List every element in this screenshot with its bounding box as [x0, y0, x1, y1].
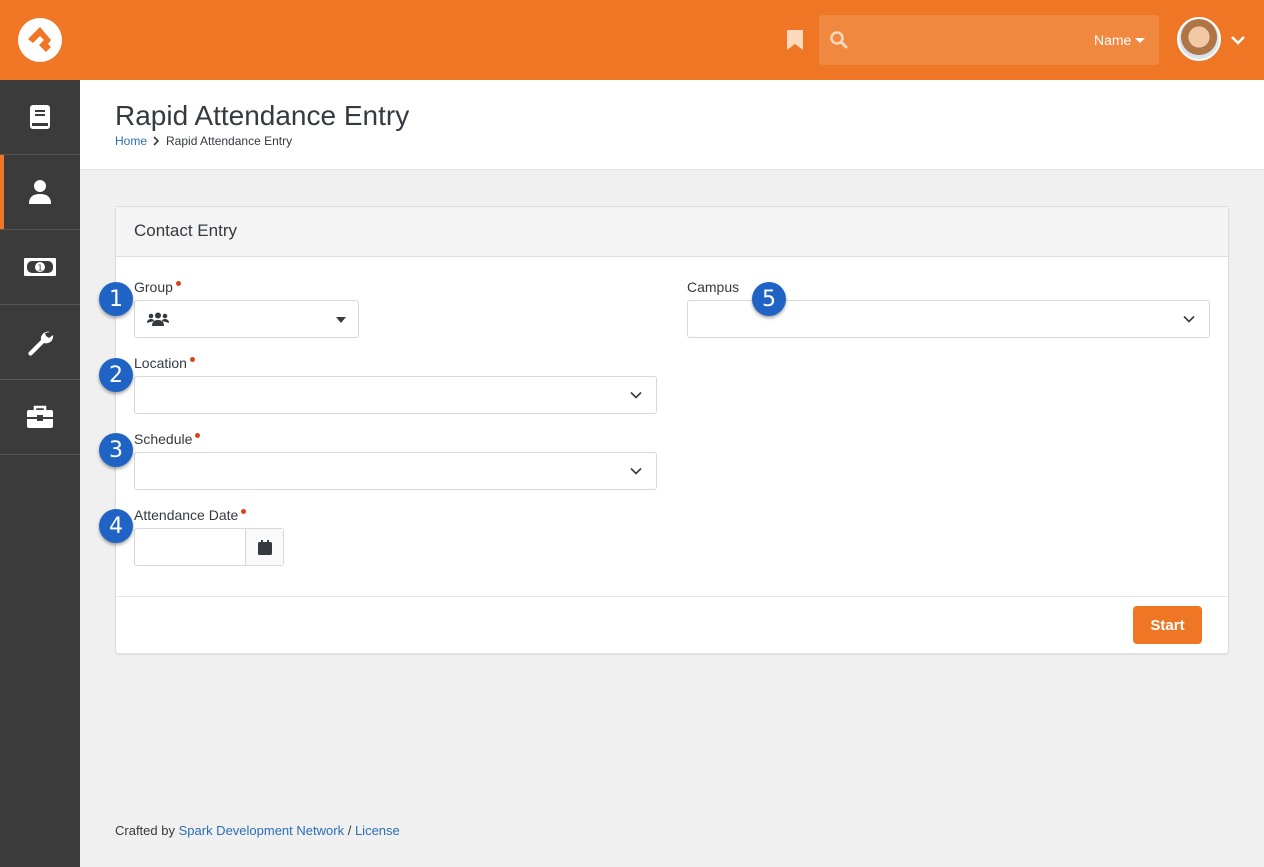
- attendance-date-input[interactable]: [135, 529, 245, 565]
- required-indicator: [195, 433, 201, 438]
- breadcrumb-home[interactable]: Home: [115, 134, 147, 148]
- callout-badge: 1: [99, 282, 133, 316]
- briefcase-icon: [27, 405, 53, 428]
- campus-label: Campus: [687, 279, 739, 295]
- license-link[interactable]: License: [355, 823, 400, 838]
- users-icon: [147, 312, 169, 326]
- chevron-down-icon: [630, 467, 642, 475]
- schedule-label: Schedule: [134, 431, 201, 447]
- sidebar-item-admin-tools[interactable]: [0, 305, 80, 380]
- start-button[interactable]: Start: [1133, 606, 1202, 644]
- caret-down-icon: [1135, 37, 1146, 43]
- calendar-icon: [257, 539, 272, 555]
- attendance-date-picker: [134, 528, 284, 566]
- panel-title: Contact Entry: [116, 207, 1228, 257]
- chevron-down-icon: [1183, 315, 1195, 323]
- page-header: Rapid Attendance Entry Home Rapid Attend…: [80, 80, 1264, 170]
- required-indicator: [175, 281, 181, 286]
- top-bar: Name: [0, 0, 1264, 80]
- svg-text:1: 1: [37, 264, 42, 273]
- required-indicator: [189, 357, 195, 362]
- chevron-right-icon: [153, 136, 160, 146]
- location-label: Location: [134, 355, 195, 371]
- spark-link[interactable]: Spark Development Network: [179, 823, 344, 838]
- search-type-dropdown[interactable]: Name: [1094, 32, 1146, 48]
- callout-badge: 5: [752, 282, 786, 316]
- group-label: Group: [134, 279, 181, 295]
- schedule-label-text: Schedule: [134, 431, 193, 447]
- attendance-date-label: Attendance Date: [134, 507, 247, 523]
- avatar[interactable]: [1177, 17, 1221, 61]
- caret-down-icon: [336, 317, 346, 323]
- sidebar-item-finance[interactable]: 1: [0, 230, 80, 305]
- footer-separator: /: [347, 823, 352, 838]
- search-type-label: Name: [1094, 32, 1132, 48]
- contact-entry-panel: Contact Entry Group Location Schedule At…: [115, 206, 1229, 654]
- bookmark-icon[interactable]: [786, 29, 804, 51]
- rock-logo-icon[interactable]: [18, 18, 62, 62]
- sidebar-item-tools[interactable]: [0, 380, 80, 455]
- footer-prefix: Crafted by: [115, 823, 175, 838]
- page-title: Rapid Attendance Entry: [115, 100, 410, 131]
- search-bar: Name: [819, 15, 1159, 65]
- breadcrumb-current: Rapid Attendance Entry: [166, 134, 293, 148]
- book-icon: [30, 105, 50, 129]
- group-picker[interactable]: [134, 300, 359, 338]
- sidebar-item-people[interactable]: [0, 155, 80, 230]
- search-input[interactable]: [859, 25, 1079, 55]
- panel-footer: Start: [116, 596, 1228, 654]
- location-select[interactable]: [134, 376, 657, 414]
- breadcrumb: Home Rapid Attendance Entry: [115, 134, 292, 148]
- search-icon: [830, 31, 848, 49]
- wrench-icon: [28, 331, 54, 356]
- group-label-text: Group: [134, 279, 173, 295]
- schedule-select[interactable]: [134, 452, 657, 490]
- calendar-button[interactable]: [245, 529, 283, 565]
- sidebar-item-content[interactable]: [0, 80, 80, 155]
- required-indicator: [241, 509, 247, 514]
- person-icon: [29, 180, 51, 204]
- callout-badge: 2: [99, 358, 133, 392]
- chevron-down-icon: [630, 391, 642, 399]
- callout-badge: 3: [99, 433, 133, 467]
- attendance-date-label-text: Attendance Date: [134, 507, 239, 523]
- location-label-text: Location: [134, 355, 187, 371]
- chevron-down-icon[interactable]: [1230, 32, 1246, 48]
- callout-badge: 4: [99, 509, 133, 543]
- page-footer: Crafted by Spark Development Network / L…: [115, 823, 400, 838]
- sidebar: 1: [0, 80, 80, 867]
- campus-label-text: Campus: [687, 279, 740, 295]
- money-icon: 1: [24, 258, 56, 276]
